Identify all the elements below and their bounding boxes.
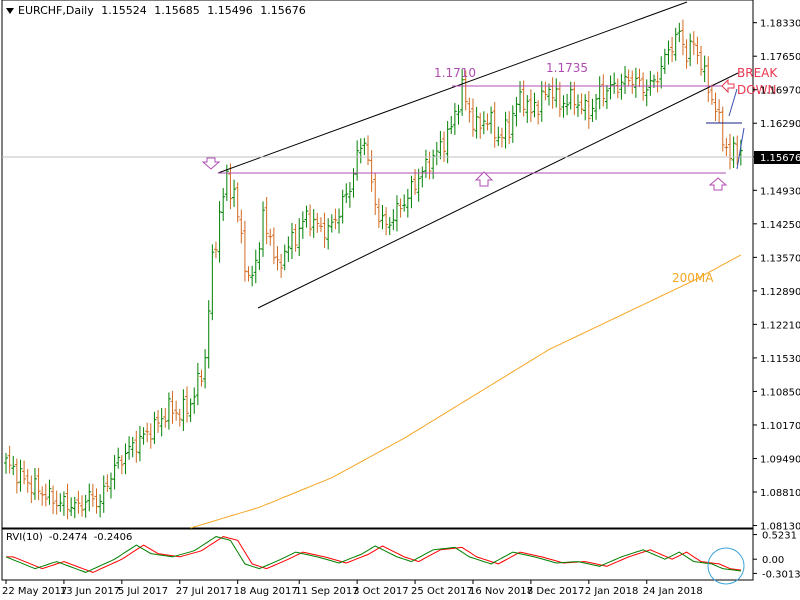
rvi-tick-label: -0.3013 (762, 569, 800, 580)
time-tick-label: 22 May 2017 (2, 586, 67, 597)
rvi-tick-label: 0.5231 (762, 531, 797, 542)
label-200ma: 200MA (672, 271, 714, 285)
close-value: 1.15676 (260, 4, 306, 17)
time-tick-label: 13 Jun 2017 (60, 586, 120, 597)
price-tick-label: 1.14250 (760, 220, 800, 231)
price-tick-label: 1.08810 (760, 488, 800, 499)
price-tick-label: 1.12890 (760, 287, 800, 298)
price-tick-label: 1.09490 (760, 454, 800, 465)
current-price-label: 1.15676 (760, 153, 800, 164)
time-tick-label: 25 Oct 2017 (411, 586, 473, 597)
time-tick-label: 3 Oct 2017 (353, 586, 408, 597)
time-tick-label: 18 Aug 2017 (234, 586, 298, 597)
rvi-value-2: -0.2406 (93, 532, 133, 543)
price-tick-label: 1.14930 (760, 186, 800, 197)
price-tick-label: 1.10850 (760, 387, 800, 398)
price-tick-label: 1.13570 (760, 253, 800, 264)
time-tick-label: 16 Nov 2017 (469, 586, 533, 597)
open-value: 1.15524 (101, 4, 147, 17)
time-tick-label: 2 Jan 2018 (585, 586, 639, 597)
low-value: 1.15496 (207, 4, 253, 17)
time-tick-label: 5 Jul 2017 (118, 586, 168, 597)
price-tick-label: 1.18330 (760, 19, 800, 30)
time-tick-label: 11 Sep 2017 (295, 586, 358, 597)
label-1-1735: 1.1735 (546, 61, 588, 75)
symbol-label: EURCHF,Daily (18, 4, 94, 17)
price-tick-label: 1.11530 (760, 354, 800, 365)
time-tick-label: 24 Jan 2018 (643, 586, 703, 597)
rvi-header: RVI(10) -0.2474 -0.2406 (6, 532, 135, 543)
rvi-value-1: -0.2474 (48, 532, 88, 543)
price-tick-label: 1.17650 (760, 52, 800, 63)
chart-header: EURCHF,Daily 1.15524 1.15685 1.15496 1.1… (6, 4, 310, 17)
time-tick-label: 8 Dec 2017 (527, 586, 585, 597)
label-1-1710: 1.1710 (434, 66, 476, 80)
rvi-tick-label: 0.00 (762, 555, 784, 566)
price-tick-label: 1.16290 (760, 119, 800, 130)
rvi-name: RVI(10) (6, 532, 43, 543)
chart-svg: 1.1710 1.1735 BREAK DOWN 200MA 1.183301.… (0, 0, 800, 600)
label-break: BREAK (737, 66, 778, 80)
price-tick-label: 1.16970 (760, 86, 800, 97)
price-tick-label: 1.10170 (760, 421, 800, 432)
time-tick-label: 27 Jul 2017 (176, 586, 233, 597)
dropdown-triangle-icon[interactable] (6, 8, 14, 14)
price-tick-label: 1.12210 (760, 320, 800, 331)
high-value: 1.15685 (154, 4, 200, 17)
